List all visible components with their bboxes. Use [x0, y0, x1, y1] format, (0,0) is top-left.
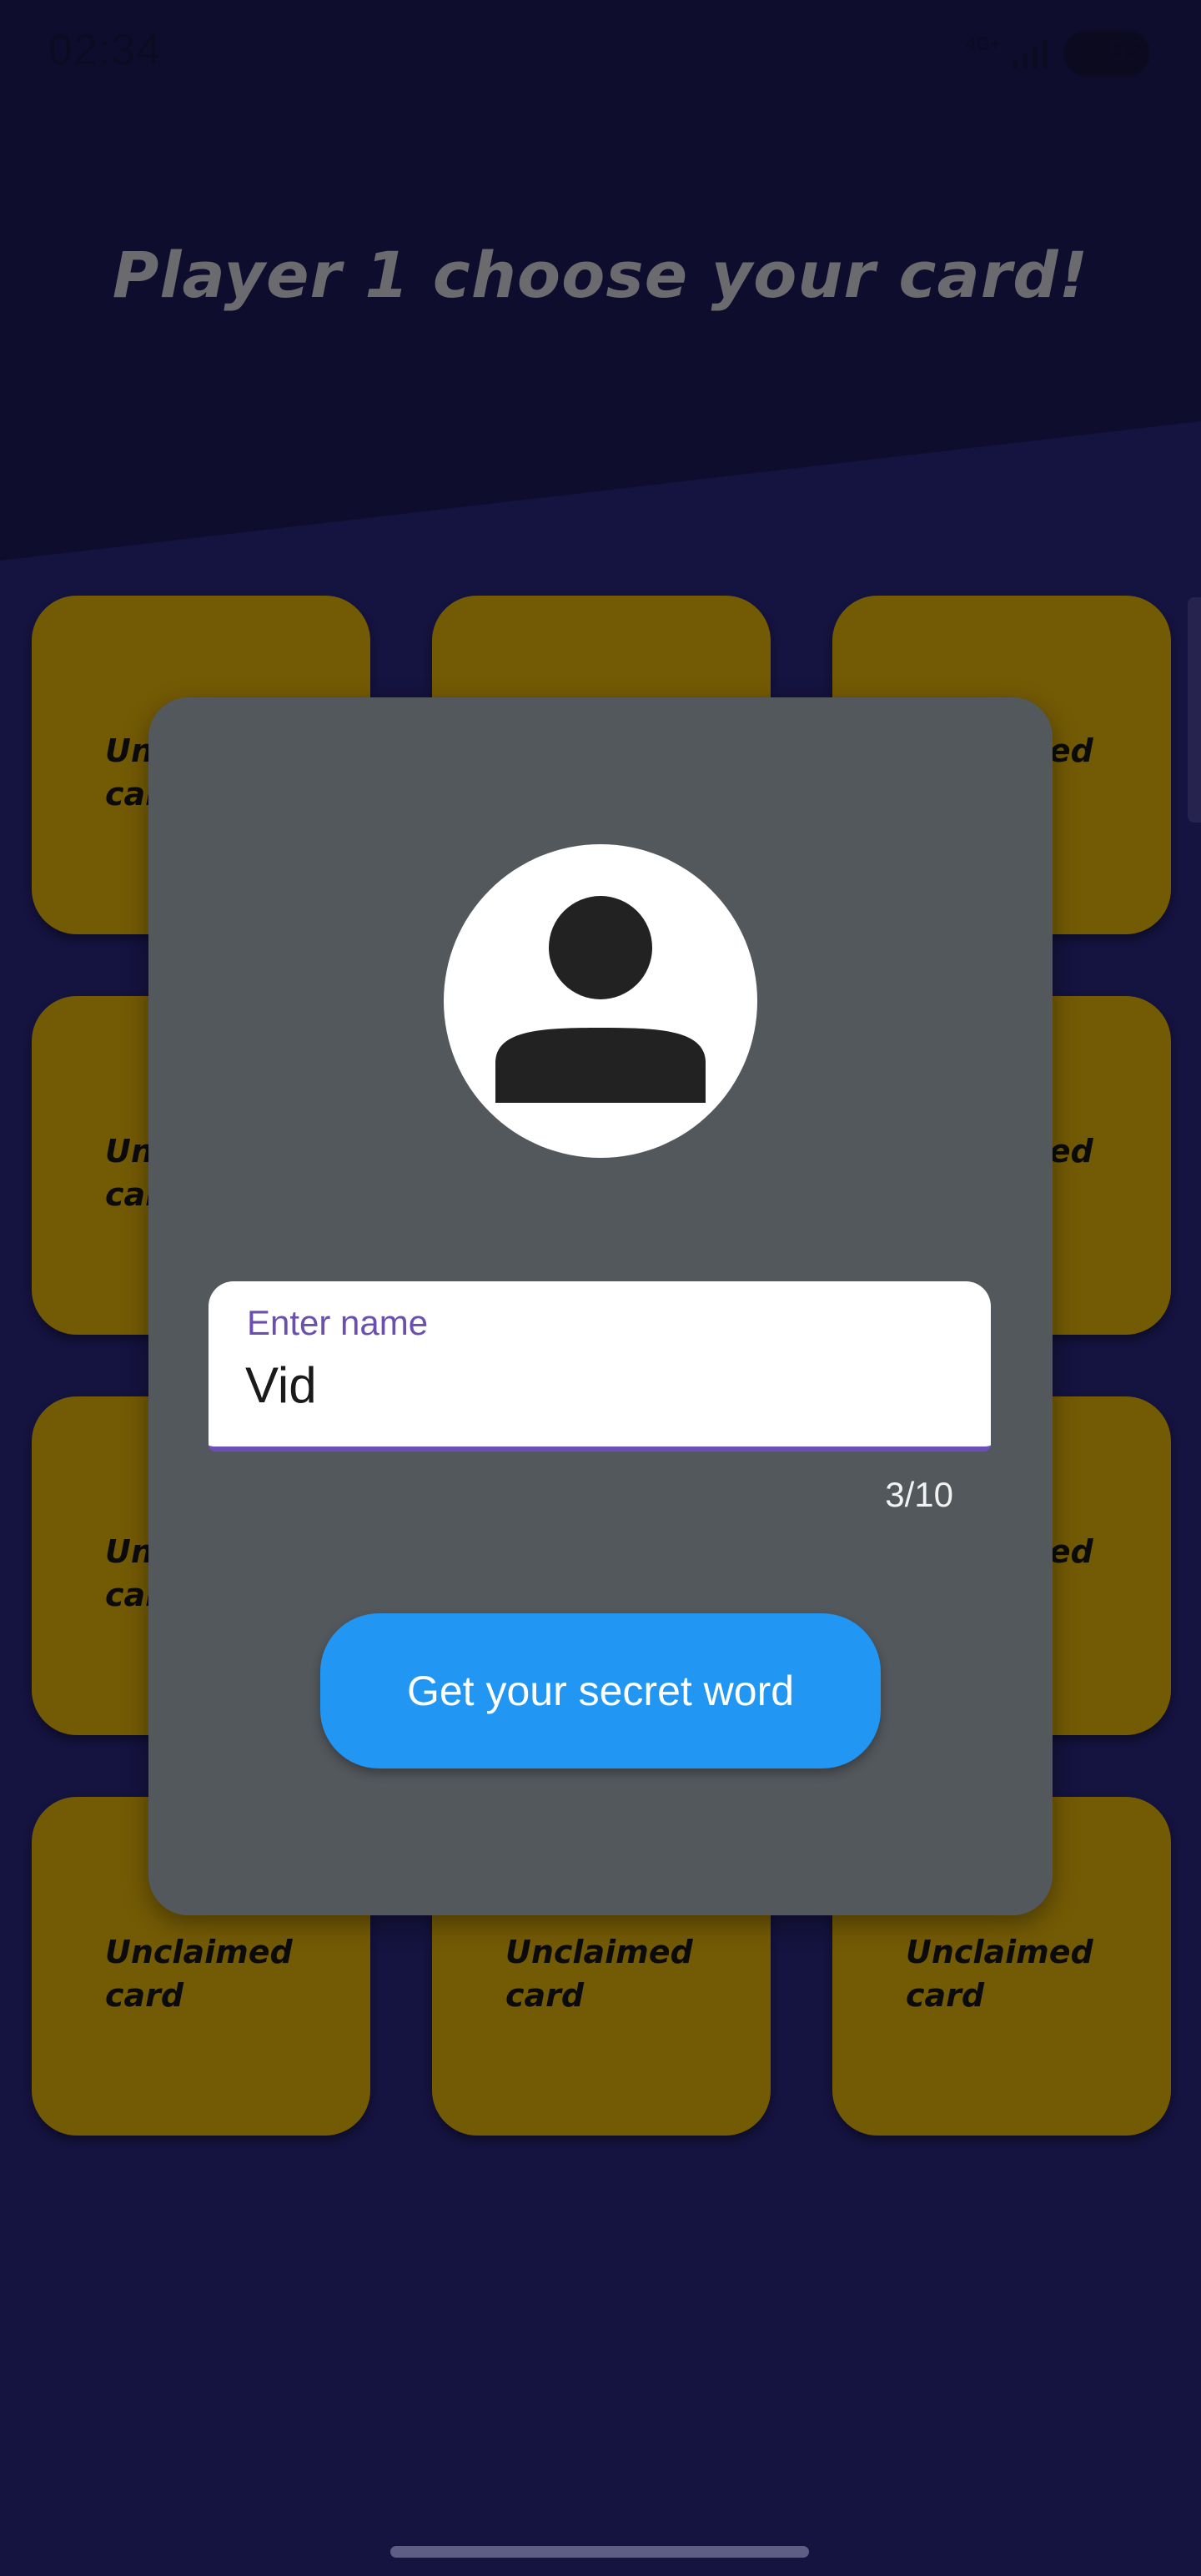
person-icon — [495, 896, 706, 1103]
name-input[interactable] — [245, 1356, 954, 1414]
battery-level: 55 — [1109, 33, 1143, 68]
screen: 02:34 4G+ 55 Player 1 choose your card! … — [0, 0, 1201, 2576]
card-label: Unclaimed card — [105, 1934, 293, 2014]
name-field-label: Enter name — [247, 1303, 429, 1342]
status-bar: 02:34 4G+ 55 — [0, 0, 1201, 108]
character-counter: 3/10 — [885, 1475, 953, 1514]
card-label: Unclaimed card — [906, 1934, 1093, 2014]
scrollbar-thumb[interactable] — [1188, 597, 1201, 823]
home-indicator[interactable] — [390, 2546, 809, 2558]
get-secret-word-button[interactable]: Get your secret word — [320, 1613, 881, 1768]
signal-icon — [1013, 40, 1048, 68]
page-title: Player 1 choose your card! — [112, 238, 1089, 312]
network-type: 4G+ — [966, 33, 1002, 54]
card-label: Unclaimed card — [505, 1934, 693, 2014]
avatar[interactable] — [444, 844, 757, 1158]
name-field[interactable]: Enter name — [209, 1281, 991, 1452]
status-time: 02:34 — [48, 26, 162, 74]
player-setup-dialog: Enter name 3/10 Get your secret word — [148, 697, 1053, 1915]
